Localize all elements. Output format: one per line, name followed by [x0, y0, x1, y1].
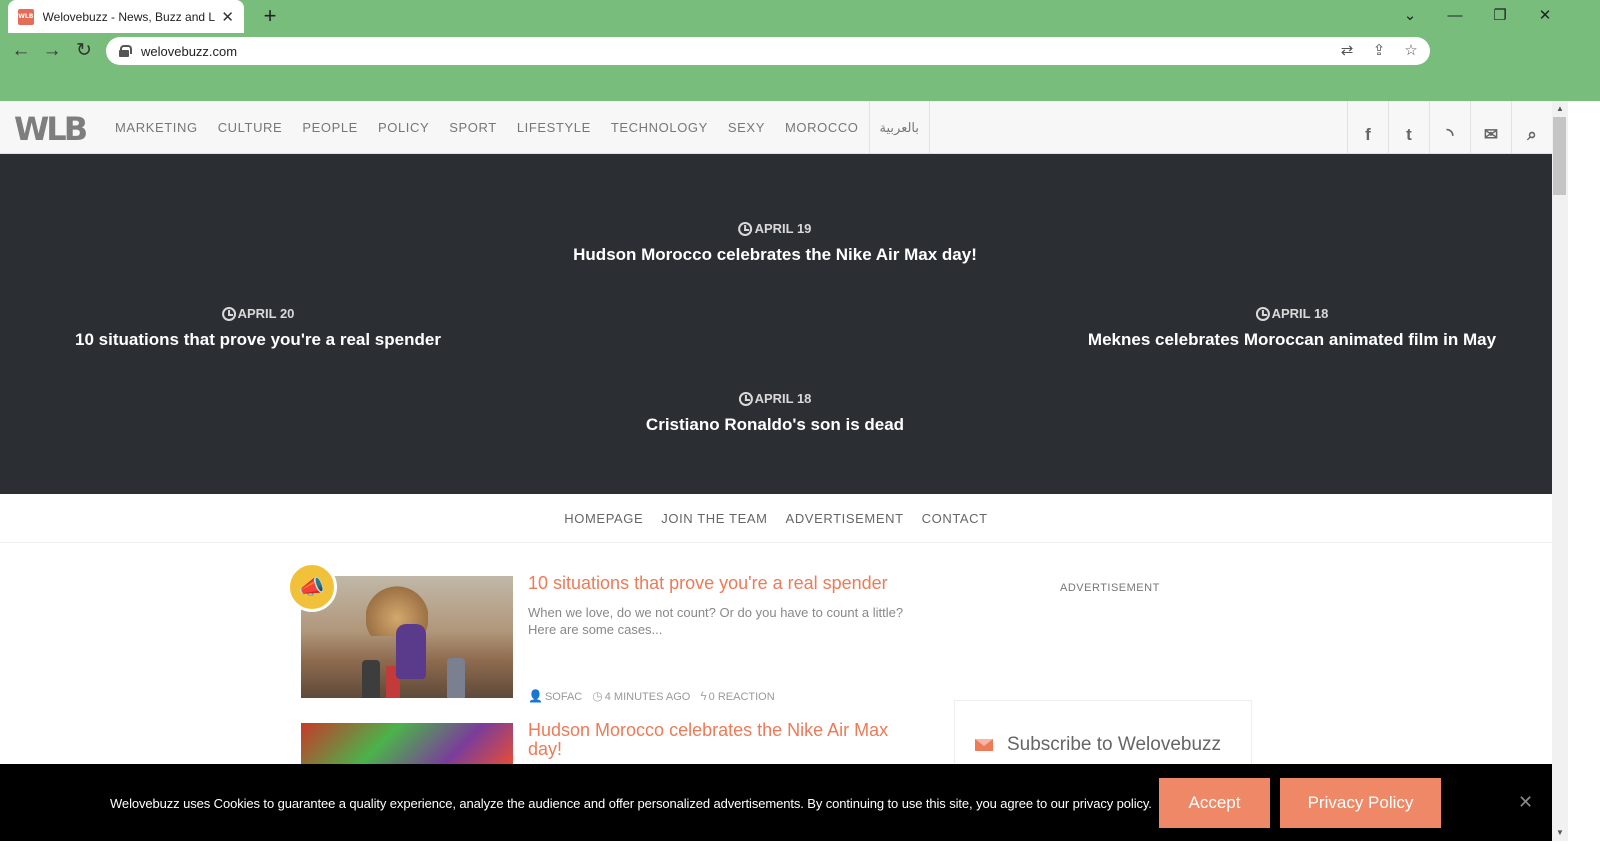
article-author[interactable]: SOFAC: [545, 691, 582, 703]
site-logo[interactable]: WLB: [14, 110, 88, 148]
forward-arrow-icon[interactable]: →: [38, 38, 66, 64]
site-header: WLB MARKETING CULTURE PEOPLE POLICY SPOR…: [0, 101, 1552, 154]
nav-advertisement[interactable]: ADVERTISEMENT: [786, 511, 904, 526]
article-title[interactable]: Hudson Morocco celebrates the Nike Air M…: [528, 721, 908, 759]
new-tab-button[interactable]: +: [256, 4, 284, 30]
site-favicon-icon: WLB: [18, 8, 34, 25]
minimize-button[interactable]: —: [1435, 4, 1475, 28]
story-title[interactable]: Hudson Morocco celebrates the Nike Air M…: [573, 245, 977, 265]
tab-close-icon[interactable]: ✕: [221, 8, 234, 26]
share-icon[interactable]: ⇪: [1370, 41, 1388, 59]
main-nav: MARKETING CULTURE PEOPLE POLICY SPORT LI…: [105, 101, 931, 154]
article-reactions[interactable]: 0 REACTION: [709, 691, 775, 703]
accept-button[interactable]: Accept: [1159, 778, 1270, 828]
reload-icon[interactable]: ↻: [70, 38, 98, 64]
cookie-text: Welovebuzz uses Cookies to guarantee a q…: [110, 796, 1152, 811]
privacy-policy-button[interactable]: Privacy Policy: [1280, 778, 1441, 828]
nav-sexy[interactable]: SEXY: [718, 120, 775, 135]
story-title[interactable]: Cristiano Ronaldo's son is dead: [646, 415, 904, 435]
user-icon: 👤: [528, 689, 543, 703]
scroll-down-arrow-icon[interactable]: ▼: [1552, 826, 1568, 840]
nav-technology[interactable]: TECHNOLOGY: [601, 120, 718, 135]
featured-story[interactable]: APRIL 18 Meknes celebrates Moroccan anim…: [1088, 306, 1496, 350]
bookmark-star-icon[interactable]: ☆: [1402, 41, 1420, 59]
scroll-up-arrow-icon[interactable]: ▲: [1552, 102, 1568, 116]
secondary-nav: HOMEPAGE JOIN THE TEAM ADVERTISEMENT CON…: [0, 494, 1552, 543]
clock-icon: [738, 221, 753, 236]
envelope-icon: [975, 739, 993, 751]
nav-sport[interactable]: SPORT: [439, 120, 507, 135]
translate-icon[interactable]: ⇄: [1338, 41, 1356, 59]
megaphone-icon: 📣: [287, 562, 337, 612]
featured-story[interactable]: APRIL 20 10 situations that prove you're…: [75, 306, 441, 350]
social-links: f t ◝ ✉ ⌕: [1347, 101, 1552, 154]
story-title[interactable]: 10 situations that prove you're a real s…: [75, 330, 441, 350]
advertisement-label: ADVERTISEMENT: [1060, 582, 1160, 594]
rss-icon[interactable]: ◝: [1429, 101, 1470, 154]
nav-homepage[interactable]: HOMEPAGE: [564, 511, 643, 526]
featured-story[interactable]: APRIL 18 Cristiano Ronaldo's son is dead: [646, 391, 904, 435]
clock-icon: [1255, 306, 1270, 321]
story-date: APRIL 18: [754, 391, 812, 406]
nav-morocco[interactable]: MOROCCO: [775, 120, 869, 135]
nav-join-the-team[interactable]: JOIN THE TEAM: [661, 511, 767, 526]
nav-lifestyle[interactable]: LIFESTYLE: [507, 120, 601, 135]
article-excerpt: When we love, do we not count? Or do you…: [528, 605, 904, 637]
back-arrow-icon[interactable]: ←: [7, 38, 35, 64]
featured-story[interactable]: APRIL 19 Hudson Morocco celebrates the N…: [573, 221, 977, 265]
story-date: APRIL 19: [754, 221, 812, 236]
clock-icon: ◷: [592, 689, 603, 703]
nav-contact[interactable]: CONTACT: [922, 511, 988, 526]
url-text[interactable]: welovebuzz.com: [141, 44, 237, 59]
browser-chrome: WLB Welovebuzz - News, Buzz and LOL ✕ + …: [0, 0, 1600, 101]
story-title[interactable]: Meknes celebrates Moroccan animated film…: [1088, 330, 1496, 350]
bottom-strip: [0, 841, 1600, 858]
story-date: APRIL 20: [237, 306, 295, 321]
restore-button[interactable]: ❐: [1480, 4, 1520, 28]
subscribe-title: Subscribe to Welovebuzz: [1007, 734, 1222, 755]
nav-policy[interactable]: POLICY: [368, 120, 439, 135]
scrollbar-thumb[interactable]: [1553, 117, 1566, 195]
scrollbar[interactable]: [1552, 101, 1568, 841]
article-title[interactable]: 10 situations that prove you're a real s…: [528, 574, 908, 593]
story-date: APRIL 18: [1271, 306, 1329, 321]
nav-culture[interactable]: CULTURE: [208, 120, 293, 135]
tab-list-chevron-icon[interactable]: ⌄: [1390, 4, 1430, 28]
address-bar[interactable]: welovebuzz.com ⇄ ⇪ ☆: [106, 37, 1430, 65]
browser-tab[interactable]: WLB Welovebuzz - News, Buzz and LOL ✕: [8, 0, 244, 33]
article-time: 4 MINUTES AGO: [604, 691, 691, 703]
featured-stories: APRIL 19 Hudson Morocco celebrates the N…: [0, 154, 1552, 494]
twitter-icon[interactable]: t: [1388, 101, 1429, 154]
nav-arabic[interactable]: بالعربية: [868, 101, 931, 154]
clock-icon: [738, 391, 753, 406]
cookie-banner: Welovebuzz uses Cookies to guarantee a q…: [0, 764, 1552, 841]
lightning-icon: ϟ: [700, 689, 707, 703]
mail-icon[interactable]: ✉: [1470, 101, 1511, 154]
search-icon[interactable]: ⌕: [1511, 101, 1552, 154]
article-meta: 👤 SOFAC ◷ 4 MINUTES AGO ϟ0 REACTION: [528, 689, 775, 703]
nav-people[interactable]: PEOPLE: [292, 120, 368, 135]
close-icon[interactable]: ✕: [1518, 792, 1533, 813]
tab-title: Welovebuzz - News, Buzz and LOL: [42, 9, 216, 24]
clock-icon: [221, 306, 236, 321]
lock-icon[interactable]: [119, 45, 132, 57]
close-window-button[interactable]: ✕: [1525, 4, 1565, 28]
facebook-icon[interactable]: f: [1347, 101, 1388, 154]
article-card[interactable]: 📣 10 situations that prove you're a real…: [287, 562, 921, 703]
nav-marketing[interactable]: MARKETING: [105, 120, 208, 135]
